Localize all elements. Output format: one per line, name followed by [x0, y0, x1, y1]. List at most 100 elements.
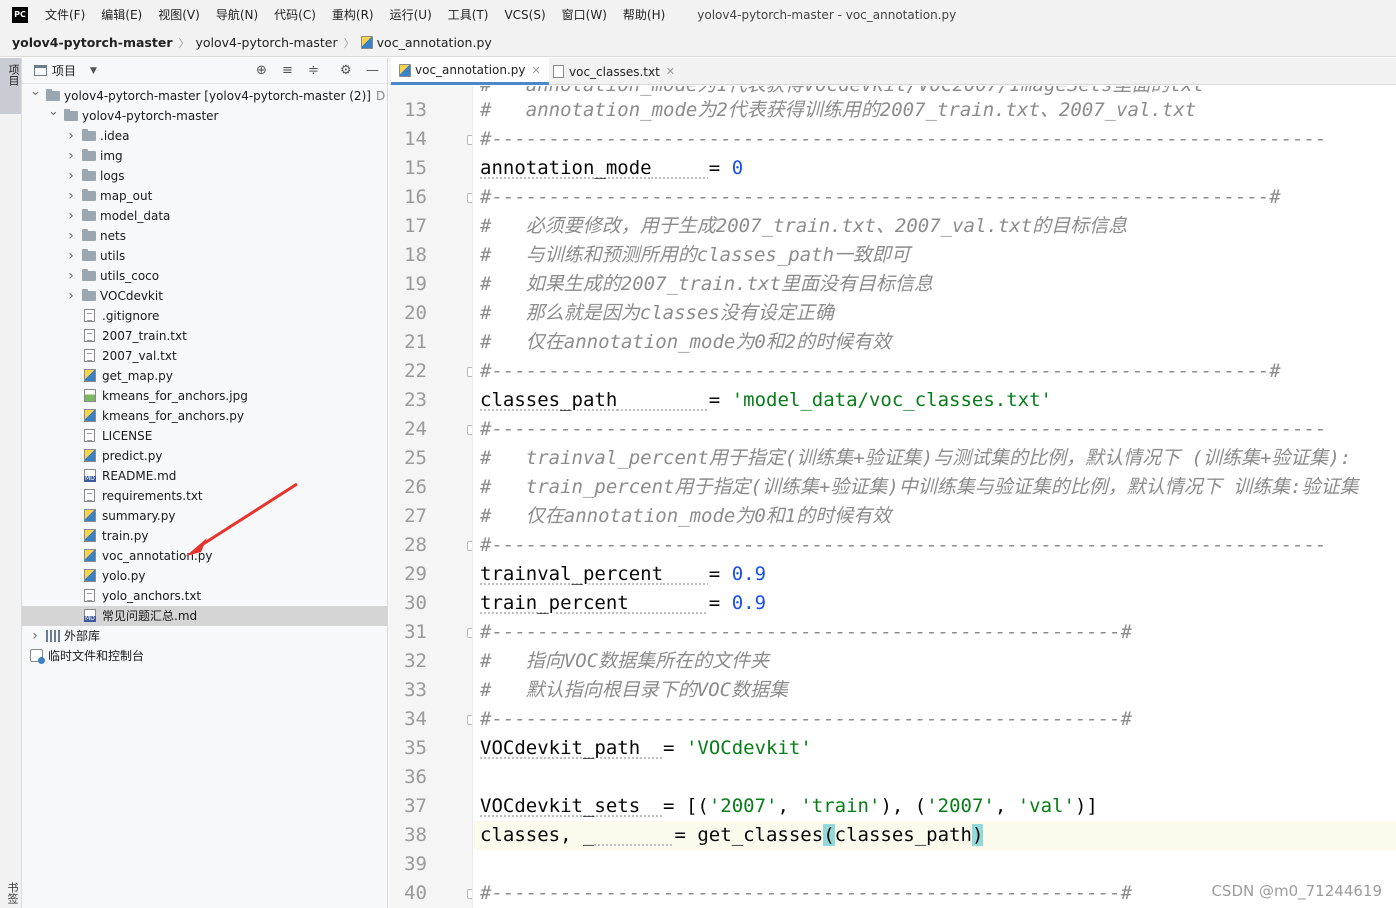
bookmarks-tool-button[interactable]: 书签	[4, 882, 20, 904]
line-number: 38	[404, 824, 427, 846]
tree-item[interactable]: yolo_anchors.txt	[22, 586, 388, 606]
chevron-right-icon[interactable]: ›	[66, 266, 76, 286]
code-comment: #---------------------------------------…	[480, 186, 1281, 208]
tree-item-label: VOCdevkit	[100, 289, 163, 303]
chevron-down-icon[interactable]: ⌄	[30, 82, 41, 102]
menu-tools[interactable]: 工具(T)	[448, 6, 489, 23]
chevron-down-icon[interactable]: ▼	[90, 66, 97, 76]
tree-item[interactable]: train.py	[22, 526, 388, 546]
code-editor[interactable]: # annotation_mode为1代表获得VOCdevkit/VOC2007…	[474, 86, 1396, 908]
python-file-icon	[84, 409, 96, 422]
chevron-right-icon[interactable]: ›	[66, 246, 76, 266]
editor-tab-bar: voc_annotation.py ✕ voc_classes.txt ✕	[389, 58, 1396, 85]
project-tool-label: 项目	[7, 64, 20, 86]
menu-navigate[interactable]: 导航(N)	[216, 6, 258, 23]
close-icon[interactable]: ✕	[666, 65, 675, 78]
code-line: # 与训练和预测所用的classes_path一致即可	[480, 241, 910, 270]
menu-help[interactable]: 帮助(H)	[623, 6, 665, 23]
tree-item-label: requirements.txt	[102, 489, 203, 503]
chevron-right-icon[interactable]: ›	[66, 186, 76, 206]
tree-item[interactable]: › logs	[22, 166, 388, 186]
tree-item[interactable]: › model_data	[22, 206, 388, 226]
tree-item[interactable]: › map_out	[22, 186, 388, 206]
chevron-right-icon[interactable]: ›	[66, 226, 76, 246]
tree-item-label: kmeans_for_anchors.jpg	[102, 389, 248, 403]
fold-marker-icon[interactable]	[467, 541, 472, 551]
hide-panel-icon[interactable]: —	[366, 64, 379, 78]
fold-marker-icon[interactable]	[467, 193, 472, 203]
tree-item[interactable]: ⌄ yolov4-pytorch-master	[22, 104, 388, 126]
tab-voc-classes[interactable]: voc_classes.txt ✕	[545, 58, 683, 85]
expand-all-icon[interactable]: ≡	[282, 64, 293, 78]
tree-item[interactable]: › VOCdevkit	[22, 286, 388, 306]
menu-vcs[interactable]: VCS(S)	[504, 8, 545, 22]
line-number: 20	[404, 302, 427, 324]
line-number: 22	[404, 360, 427, 382]
tree-item[interactable]: › utils	[22, 246, 388, 266]
breadcrumb-project[interactable]: yolov4-pytorch-master	[12, 35, 172, 50]
menu-view[interactable]: 视图(V)	[158, 6, 200, 23]
tree-item[interactable]: get_map.py	[22, 366, 388, 386]
chevron-down-icon[interactable]: ⌄	[48, 102, 59, 122]
text-file-icon	[84, 489, 95, 502]
chevron-right-icon[interactable]: ›	[66, 126, 76, 146]
tree-item[interactable]: › 外部库	[22, 626, 388, 646]
tree-item-label: yolo.py	[102, 569, 146, 583]
tree-item[interactable]: voc_annotation.py	[22, 546, 388, 566]
menu-edit[interactable]: 编辑(E)	[101, 6, 142, 23]
menu-run[interactable]: 运行(U)	[390, 6, 432, 23]
tree-item[interactable]: › utils_coco	[22, 266, 388, 286]
tree-item[interactable]: › nets	[22, 226, 388, 246]
tree-item[interactable]: summary.py	[22, 506, 388, 526]
tree-item[interactable]: 2007_val.txt	[22, 346, 388, 366]
menu-file[interactable]: 文件(F)	[45, 6, 85, 23]
tree-item[interactable]: ⌄ yolov4-pytorch-master [yolov4-pytorch-m…	[22, 84, 388, 106]
chevron-right-icon[interactable]: ›	[66, 166, 76, 186]
tree-item[interactable]: 常见问题汇总.md	[22, 606, 388, 626]
code-line: # annotation_mode为2代表获得训练用的2007_train.tx…	[480, 96, 1196, 125]
chevron-right-icon[interactable]: ›	[30, 626, 40, 646]
breadcrumb-folder[interactable]: yolov4-pytorch-master	[195, 35, 337, 50]
collapse-all-icon[interactable]: ≑	[308, 64, 319, 78]
tree-item[interactable]: predict.py	[22, 446, 388, 466]
code-token: '2007'	[708, 795, 778, 817]
chevron-right-icon[interactable]: ›	[66, 286, 76, 306]
tree-item[interactable]: 2007_train.txt	[22, 326, 388, 346]
fold-marker-icon[interactable]	[467, 367, 472, 377]
menu-refactor[interactable]: 重构(R)	[332, 6, 374, 23]
tree-item-label: 常见问题汇总.md	[102, 609, 198, 623]
folder-icon	[82, 189, 96, 201]
tree-item[interactable]: › img	[22, 146, 388, 166]
tree-item[interactable]: requirements.txt	[22, 486, 388, 506]
code-variable: classes, _	[480, 824, 595, 846]
code-operator: =	[663, 737, 686, 759]
gear-icon[interactable]: ⚙	[340, 64, 352, 78]
fold-marker-icon[interactable]	[467, 135, 472, 145]
breadcrumb-file[interactable]: voc_annotation.py	[377, 35, 492, 50]
tree-item[interactable]: kmeans_for_anchors.py	[22, 406, 388, 426]
close-icon[interactable]: ✕	[532, 64, 541, 77]
tree-item[interactable]: yolo.py	[22, 566, 388, 586]
line-number: 33	[404, 679, 427, 701]
tree-item-label: logs	[100, 169, 125, 183]
chevron-right-icon[interactable]: ›	[66, 146, 76, 166]
fold-marker-icon[interactable]	[467, 628, 472, 638]
tree-item[interactable]: README.md	[22, 466, 388, 486]
fold-marker-icon[interactable]	[467, 425, 472, 435]
menu-code[interactable]: 代码(C)	[274, 6, 316, 23]
chevron-right-icon[interactable]: ›	[66, 206, 76, 226]
code-variable: VOCdevkit_sets	[480, 795, 641, 817]
fold-marker-icon[interactable]	[467, 715, 472, 725]
tree-item[interactable]: LICENSE	[22, 426, 388, 446]
fold-marker-icon[interactable]	[467, 889, 472, 899]
tab-voc-annotation[interactable]: voc_annotation.py ✕	[391, 58, 549, 85]
code-value: 0	[731, 157, 744, 179]
tree-item[interactable]: 临时文件和控制台	[22, 646, 388, 666]
tree-item[interactable]: › .idea	[22, 126, 388, 146]
menu-window[interactable]: 窗口(W)	[562, 6, 607, 23]
locate-icon[interactable]: ⊕	[256, 64, 267, 78]
tree-item[interactable]: kmeans_for_anchors.jpg	[22, 386, 388, 406]
tree-item[interactable]: .gitignore	[22, 306, 388, 326]
project-tool-button[interactable]: 项目	[0, 58, 21, 114]
